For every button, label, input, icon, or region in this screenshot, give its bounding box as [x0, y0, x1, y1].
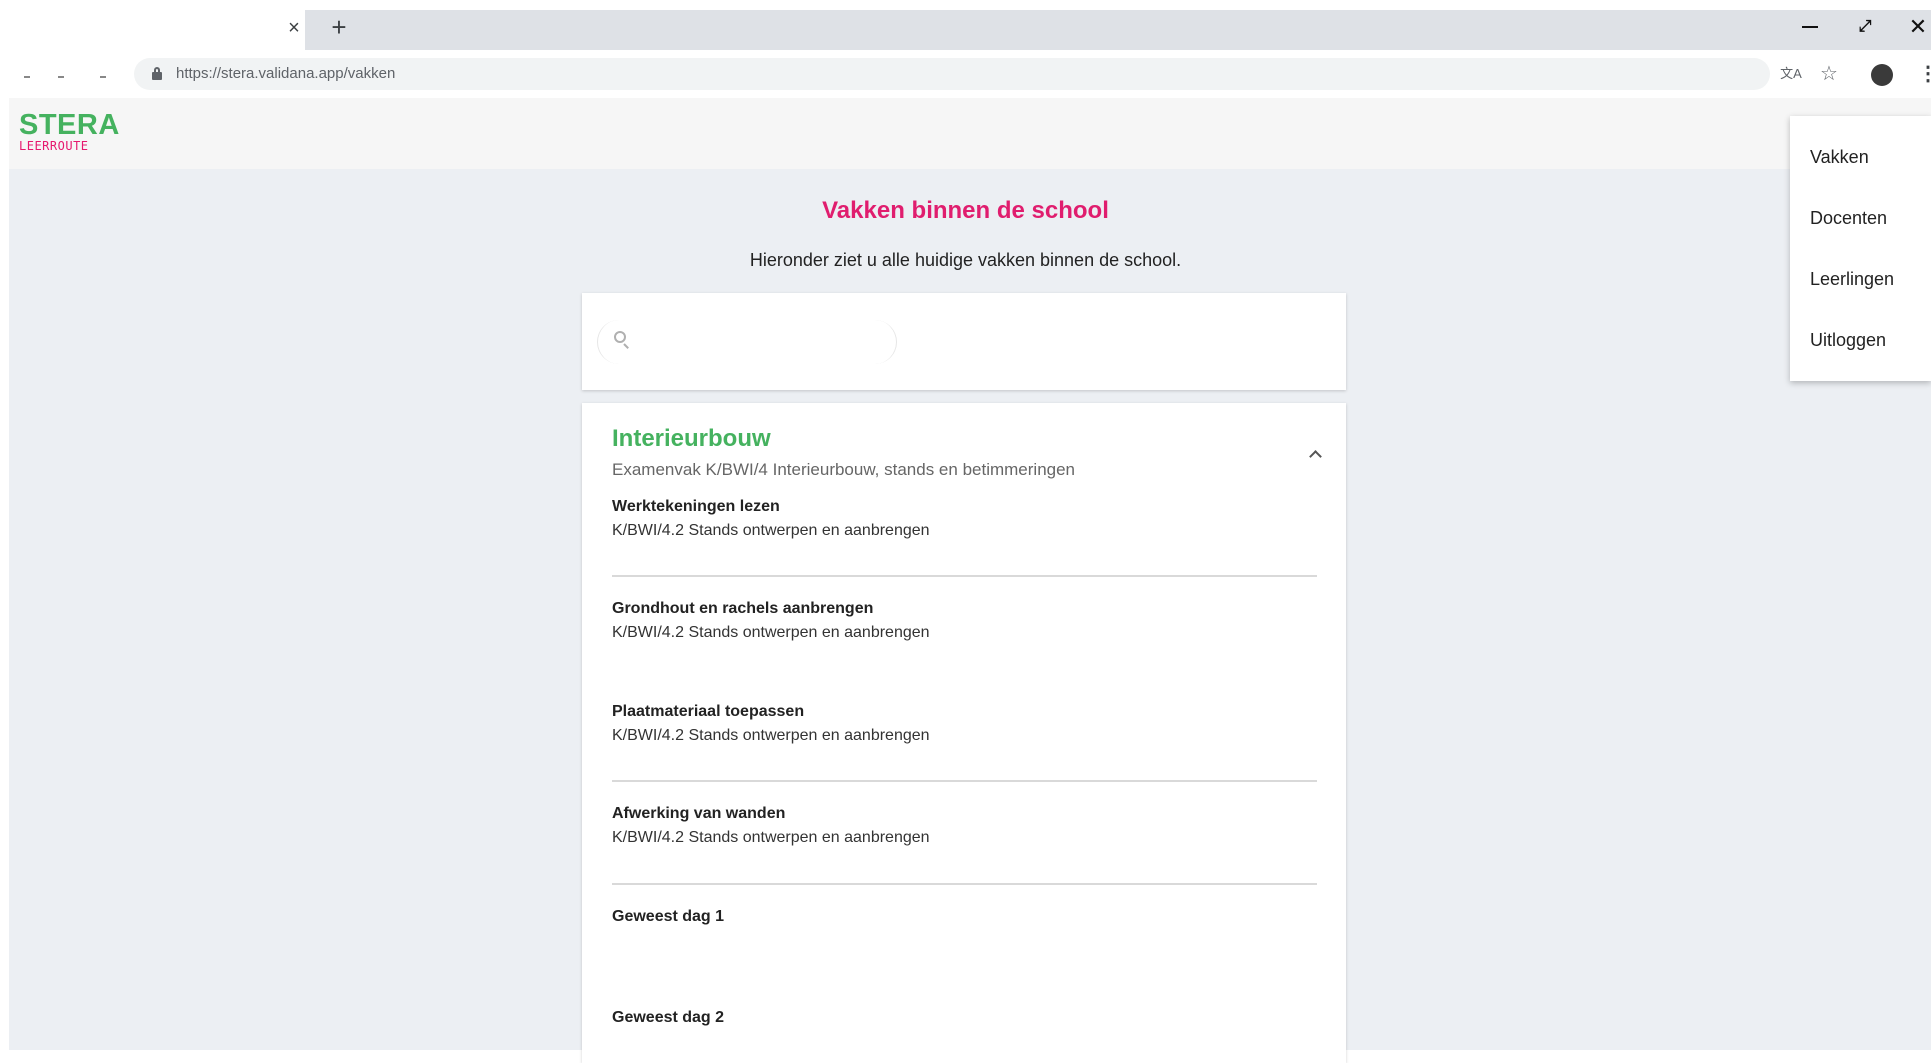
item-code: K/BWI/4.2 Stands ontwerpen en aanbrengen	[612, 727, 930, 744]
new-tab-button[interactable]: +	[326, 14, 352, 40]
extension-icon[interactable]	[1871, 64, 1893, 86]
item-title: Grondhout en rachels aanbrengen	[612, 600, 874, 617]
logo-tagline: LEERROUTE	[19, 139, 89, 153]
bookmark-star-icon[interactable]: ☆	[1816, 61, 1842, 87]
search-input[interactable]	[642, 330, 882, 354]
page-subtitle: Hieronder ziet u alle huidige vakken bin…	[749, 250, 1182, 270]
tab-close-icon[interactable]: ×	[282, 16, 306, 40]
list-item[interactable]: Grondhout en rachels aanbrengen K/BWI/4.…	[612, 599, 1317, 644]
divider	[612, 575, 1317, 577]
window-minimize-button[interactable]	[1797, 14, 1823, 38]
subject-title: Interieurbouw	[612, 425, 771, 452]
divider	[612, 780, 1317, 782]
window-close-button[interactable]: ✕	[1906, 14, 1930, 40]
browser-menu-icon[interactable]: ⋮	[1918, 62, 1931, 86]
chevron-up-icon[interactable]	[1305, 446, 1325, 464]
nav-menu: Vakken Docenten Leerlingen Uitloggen	[1790, 116, 1931, 381]
list-item[interactable]: Plaatmateriaal toepassen K/BWI/4.2 Stand…	[612, 702, 1317, 747]
logo-wordmark: STERA	[19, 109, 120, 141]
list-item[interactable]: Geweest dag 1	[612, 907, 1317, 927]
menu-item-vakken[interactable]: Vakken	[1810, 145, 1869, 169]
lock-icon[interactable]	[152, 67, 162, 81]
back-icon[interactable]	[24, 76, 30, 78]
window-maximize-button[interactable]: ⤢	[1853, 16, 1877, 38]
item-title: Werktekeningen lezen	[612, 498, 780, 515]
item-code: K/BWI/4.2 Stands ontwerpen en aanbrengen	[612, 624, 930, 641]
subject-description: Examenvak K/BWI/4 Interieurbouw, stands …	[612, 460, 1076, 479]
translate-icon[interactable]: 文A	[1779, 63, 1803, 85]
app-content: STERA LEERROUTE Vakken binnen de school …	[9, 98, 1931, 1063]
item-title: Geweest dag 2	[612, 1009, 725, 1026]
app-header: STERA LEERROUTE	[9, 98, 1931, 169]
list-item[interactable]: Geweest dag 2	[612, 1008, 1317, 1028]
tabstrip-background	[305, 10, 1931, 50]
page-title: Vakken binnen de school	[822, 197, 1109, 224]
item-code: K/BWI/4.2 Stands ontwerpen en aanbrengen	[612, 522, 930, 539]
item-title: Plaatmateriaal toepassen	[612, 703, 805, 720]
home-icon[interactable]	[100, 76, 106, 78]
stera-logo[interactable]: STERA LEERROUTE	[19, 110, 120, 152]
item-title: Geweest dag 1	[612, 908, 725, 925]
item-title: Afwerking van wanden	[612, 805, 786, 822]
divider	[612, 883, 1317, 885]
list-item[interactable]: Afwerking van wanden K/BWI/4.2 Stands on…	[612, 804, 1317, 849]
menu-item-uitloggen[interactable]: Uitloggen	[1810, 328, 1886, 352]
search-card	[582, 293, 1346, 390]
menu-item-docenten[interactable]: Docenten	[1810, 206, 1887, 230]
subject-card: Interieurbouw Examenvak K/BWI/4 Interieu…	[582, 403, 1346, 1063]
search-field[interactable]	[597, 320, 897, 364]
item-code: K/BWI/4.2 Stands ontwerpen en aanbrengen	[612, 829, 930, 846]
list-item[interactable]: Werktekeningen lezen K/BWI/4.2 Stands on…	[612, 497, 1317, 542]
url-text[interactable]: https://stera.validana.app/vakken	[176, 64, 395, 84]
forward-icon[interactable]	[58, 76, 64, 78]
search-icon	[614, 331, 632, 349]
browser-tabstrip: × + ⤢ ✕	[0, 0, 1931, 50]
menu-item-leerlingen[interactable]: Leerlingen	[1810, 267, 1894, 291]
